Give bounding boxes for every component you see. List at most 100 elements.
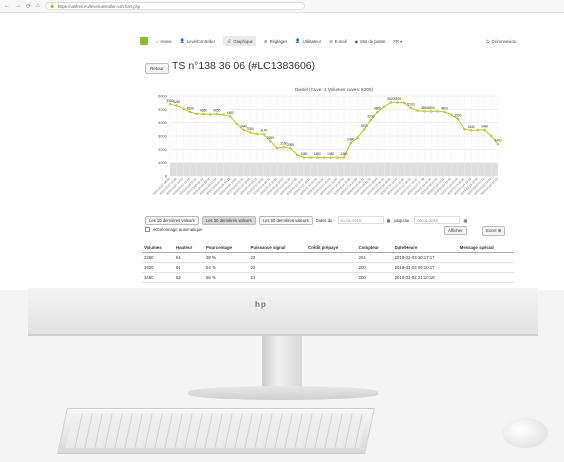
site-logo[interactable]: [140, 37, 148, 45]
last-10-values-button[interactable]: Les 10 dernières valeurs: [145, 215, 199, 225]
data-point: [449, 113, 453, 116]
table-cell: 2260: [142, 252, 174, 263]
lock-icon: 🔒: [49, 3, 55, 8]
forward-arrow-icon[interactable]: →: [15, 3, 21, 9]
data-point: [235, 122, 239, 126]
monitor-chin: [28, 288, 538, 336]
column-header: Pourcentage: [204, 243, 249, 253]
autoscale-checkbox[interactable]: [145, 227, 150, 232]
data-point: [456, 117, 460, 121]
nav-item-graphique[interactable]: 📊 Graphique: [223, 36, 256, 46]
data-point: [469, 129, 473, 132]
nav-item-email[interactable]: ✉ E-mail: [329, 39, 346, 44]
chart-icon: 📊: [226, 38, 232, 43]
data-point: [409, 106, 413, 110]
site-navbar: ⌂ Home 👤 LevelController 📊 Graphique ⚙ Régla…: [140, 34, 516, 48]
data-label: 3460: [481, 124, 488, 128]
data-point: [316, 156, 319, 159]
data-point: [490, 134, 493, 138]
date-from-input[interactable]: 01-01-2019: [337, 216, 384, 224]
data-label: 2600: [267, 136, 274, 140]
data-label: 4650: [200, 109, 207, 113]
excel-export-button[interactable]: Excel ⊕: [482, 226, 506, 236]
calendar-icon[interactable]: ▦: [387, 218, 391, 223]
date-to-label: jusqu'au :: [393, 217, 412, 223]
nav-item-home[interactable]: ⌂ Home: [156, 39, 172, 44]
column-header: Crédit prépayé: [306, 243, 357, 253]
data-label: 4800: [374, 107, 381, 111]
nav-item-reglages[interactable]: ⚙ Réglages: [264, 39, 287, 44]
mouse: [502, 418, 548, 448]
nav-item-label: Réglages: [269, 38, 288, 44]
data-point: [376, 110, 379, 114]
data-point: [242, 128, 245, 132]
data-label: 5280: [173, 100, 180, 104]
logout-button[interactable]: ⏻ Déconnexion: [486, 39, 516, 44]
data-point: [416, 109, 419, 112]
table-cell: 22: [248, 262, 307, 273]
data-label: 3500: [361, 124, 368, 128]
nav-item-levelcontroller[interactable]: 👤 LevelController: [180, 38, 215, 44]
keyboard-keys: [65, 414, 367, 448]
dates-label: Dates du :: [315, 217, 335, 223]
table-cell: 22: [248, 252, 307, 263]
data-point: [255, 132, 259, 136]
keyboard: [57, 408, 375, 454]
data-label: 2400: [494, 139, 501, 143]
nav-item-utilisateur[interactable]: 👤 Utilisateur: [295, 38, 321, 44]
address-url: https://utsfres.eu/levelcontroller-v4/ch…: [57, 3, 141, 9]
data-point: [436, 110, 440, 113]
data-label: 4200: [367, 115, 374, 119]
excel-label: Excel: [486, 228, 497, 233]
data-point: [336, 156, 339, 159]
table-cell: 200: [356, 262, 393, 273]
table-cell: 201: [356, 252, 393, 263]
last-60-values-button[interactable]: Les 60 dernières valeurs: [258, 215, 313, 225]
data-point: [289, 147, 292, 150]
data-point: [269, 140, 272, 143]
column-header: Hauteur: [174, 243, 205, 253]
data-label: 3440: [468, 125, 475, 129]
back-button[interactable]: Retour: [145, 63, 169, 74]
date-to-input[interactable]: 03-01-2019: [414, 216, 461, 224]
table-header-row: Volumes Hauteur Pourcentage Puissance si…: [142, 243, 514, 253]
data-point: [195, 112, 199, 116]
data-label: 2480: [347, 137, 354, 141]
data-point: [182, 107, 185, 110]
autoscale-label: échelonnage automatique: [153, 227, 203, 232]
column-header: Date/Heure: [392, 243, 458, 253]
calendar-icon[interactable]: ▦: [463, 218, 467, 223]
table-row: 2260 61 38 % 22 201 2019-01-03 10:17:17: [142, 252, 514, 263]
nav-item-label: FR ▾: [393, 38, 403, 44]
data-label: 3140: [260, 129, 267, 133]
mail-icon: ✉: [329, 38, 333, 44]
y-tick-label: 2000: [158, 147, 168, 152]
monitor-base: [188, 386, 378, 400]
data-point: [188, 110, 192, 114]
y-tick-label: 1000: [158, 160, 168, 165]
nav-item-label: Mot de passe: [360, 38, 386, 44]
logout-label: Déconnexion: [491, 38, 516, 44]
nav-item-password[interactable]: ◉ Mot de passe: [355, 39, 386, 44]
last-30-values-button[interactable]: Les 30 dernières valeurs: [201, 215, 256, 225]
autoscale-option[interactable]: échelonnage automatique: [145, 227, 202, 232]
table-cell: 200: [356, 272, 393, 283]
back-arrow-icon[interactable]: ←: [4, 3, 10, 9]
data-point: [349, 141, 352, 145]
table-cell: 66 %: [204, 272, 249, 283]
nav-item-language[interactable]: FR ▾: [393, 39, 402, 44]
data-point: [222, 113, 225, 116]
table-cell: [457, 272, 514, 283]
table-cell: 3460: [142, 272, 174, 283]
data-point: [476, 128, 480, 132]
afficher-button[interactable]: Afficher: [444, 226, 467, 235]
data-point: [275, 146, 279, 150]
power-icon: ⏻: [486, 38, 490, 44]
table-cell: [457, 262, 514, 273]
data-label: 4850: [428, 106, 435, 110]
address-bar[interactable]: 🔒 https://utsfres.eu/levelcontroller-v4/…: [44, 2, 305, 10]
data-point: [429, 110, 433, 113]
reload-icon[interactable]: ⟳: [26, 3, 31, 10]
table-cell: 91: [174, 262, 205, 273]
home-icon[interactable]: ⌂: [36, 3, 40, 9]
